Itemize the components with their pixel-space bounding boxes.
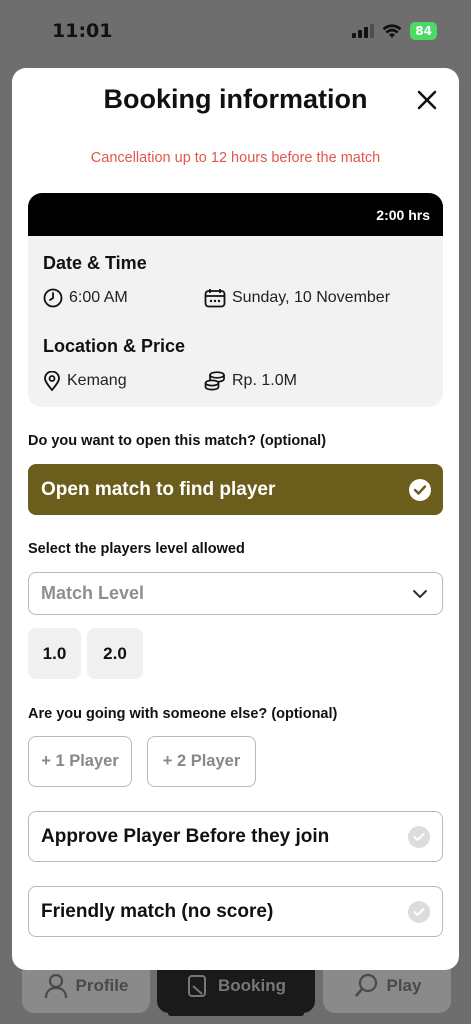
friendly-match-label: Friendly match (no score) [41, 900, 274, 922]
wifi-icon [382, 23, 402, 38]
cellular-signal-icon [352, 24, 375, 38]
plus-two-player-button[interactable]: + 2 Player [147, 736, 256, 787]
tab-booking-label: Booking [218, 976, 286, 995]
chevron-down-icon [413, 589, 427, 598]
price-value: Rp. 1.0M [232, 372, 297, 389]
location-value: Kemang [67, 372, 127, 389]
duration-bar: 2:00 hrs [28, 193, 443, 236]
location-pin-icon [44, 371, 60, 391]
open-match-label: Open match to find player [41, 478, 276, 500]
approve-player-toggle[interactable]: Approve Player Before they join [28, 811, 443, 862]
clock-icon [43, 288, 63, 308]
date-value: Sunday, 10 November [232, 289, 391, 306]
close-icon [417, 90, 437, 110]
coins-icon [204, 371, 225, 391]
match-level-select[interactable]: Match Level [28, 572, 443, 615]
level-chip[interactable]: 2.0 [87, 628, 143, 679]
cancellation-notice: Cancellation up to 12 hours before the m… [90, 150, 381, 166]
home-indicator [168, 1011, 304, 1016]
duration-text: 2:00 hrs [376, 206, 430, 223]
location-title: Location & Price [43, 336, 186, 356]
time-row: 6:00 AM [43, 288, 128, 308]
datetime-title: Date & Time [43, 253, 147, 273]
friendly-match-toggle[interactable]: Friendly match (no score) [28, 886, 443, 937]
status-icons: 84 [352, 22, 437, 40]
tab-play-label: Play [386, 976, 422, 995]
padel-racket-icon [354, 973, 377, 997]
level-chip[interactable]: 1.0 [28, 628, 81, 679]
plus-one-player-button[interactable]: + 1 Player [28, 736, 132, 787]
calendar-icon [204, 289, 226, 308]
price-row: Rp. 1.0M [204, 371, 297, 391]
match-level-placeholder: Match Level [41, 583, 145, 603]
time-value: 6:00 AM [69, 289, 128, 306]
level-question: Select the players level allowed [28, 541, 245, 557]
close-button[interactable] [411, 84, 443, 116]
booking-icon [188, 975, 206, 997]
check-icon [408, 900, 430, 923]
status-time: 11:01 [52, 20, 113, 42]
open-match-question: Do you want to open this match? (optiona… [28, 433, 327, 449]
tab-profile-label: Profile [75, 976, 129, 995]
booking-details-card: 2:00 hrs Date & Time 6:00 AM Sunday, 10 … [28, 193, 443, 407]
check-icon [408, 825, 430, 848]
modal-title: Booking information [103, 84, 368, 114]
booking-info-modal: Booking information Cancellation up to 1… [12, 68, 459, 970]
location-row: Kemang [43, 371, 127, 391]
date-row: Sunday, 10 November [204, 288, 390, 308]
check-icon [409, 478, 431, 501]
open-match-button[interactable]: Open match to find player [28, 464, 443, 515]
approve-player-label: Approve Player Before they join [41, 825, 330, 847]
status-bar: 11:01 84 [0, 0, 471, 62]
battery-indicator: 84 [410, 22, 437, 40]
person-icon [44, 973, 67, 999]
company-question: Are you going with someone else? (option… [28, 706, 338, 722]
